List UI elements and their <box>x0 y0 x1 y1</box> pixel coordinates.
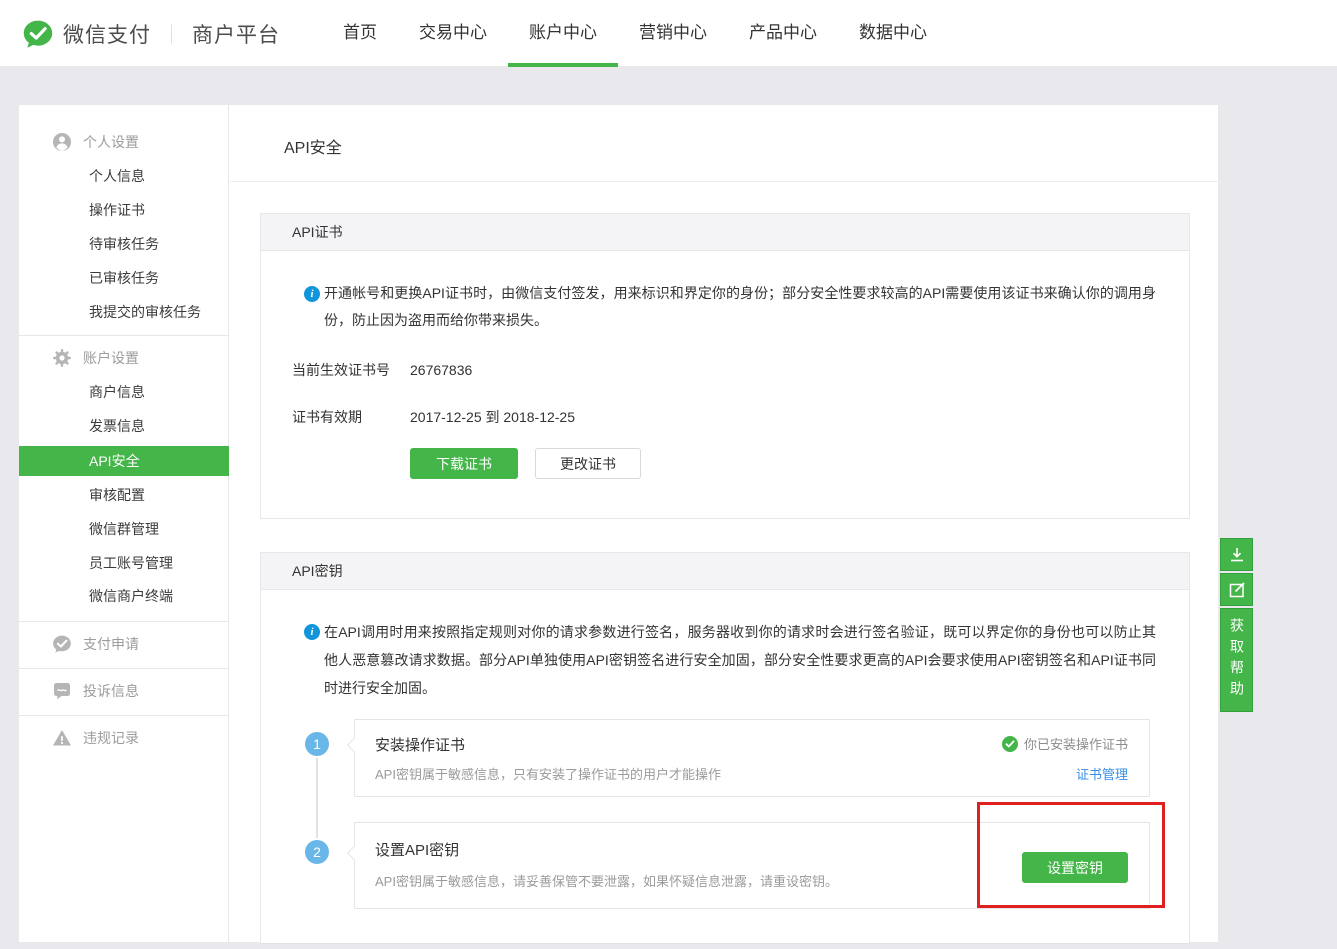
get-help-button[interactable]: 获取帮助 <box>1220 608 1253 712</box>
sidebar-divider <box>19 715 228 716</box>
step-2-description: API密钥属于敏感信息，请妥善保管不要泄露，如果怀疑信息泄露，请重设密钥。 <box>375 871 838 890</box>
sidebar-section-personal-settings[interactable]: 个人设置 <box>52 132 139 152</box>
warning-triangle-icon <box>52 728 72 748</box>
api-certificate-info-text: 开通帐号和更换API证书时，由微信支付签发，用来标识和界定你的身份；部分安全性要… <box>324 280 1156 334</box>
api-key-card: API密钥 i 在API调用时用来按照指定规则对你的请求参数进行签名，服务器收到… <box>260 552 1190 944</box>
step-box-notch <box>347 846 361 860</box>
title-divider <box>230 181 1220 182</box>
api-key-info-text: 在API调用时用来按照指定规则对你的请求参数进行签名，服务器收到你的请求时会进行… <box>324 618 1156 702</box>
sidebar-section-complaint-info[interactable]: 投诉信息 <box>52 681 139 701</box>
api-certificate-card: API证书 i 开通帐号和更换API证书时，由微信支付签发，用来标识和界定你的身… <box>260 213 1190 519</box>
sidebar-section-label: 投诉信息 <box>83 681 139 701</box>
logo[interactable]: 微信支付 ｜ 商户平台 <box>22 0 280 67</box>
set-api-key-button[interactable]: 设置密钥 <box>1022 852 1128 883</box>
cert-validity-label: 证书有效期 <box>292 407 362 427</box>
sidebar-item-pending-tasks[interactable]: 待审核任务 <box>89 234 159 254</box>
step-1-description: API密钥属于敏感信息，只有安装了操作证书的用户才能操作 <box>375 764 721 783</box>
info-icon: i <box>304 286 320 302</box>
content-area: API安全 API证书 i 开通帐号和更换API证书时，由微信支付签发，用来标识… <box>230 105 1220 942</box>
step-1-status: 你已安装操作证书 <box>1002 734 1128 753</box>
api-certificate-card-title: API证书 <box>292 224 343 240</box>
sidebar-item-submitted-tasks[interactable]: 我提交的审核任务 <box>89 302 201 322</box>
feedback-tool-button[interactable] <box>1220 573 1253 606</box>
api-key-card-title: API密钥 <box>292 563 343 579</box>
nav-product-center[interactable]: 产品中心 <box>728 0 838 67</box>
download-cert-button[interactable]: 下载证书 <box>410 448 518 479</box>
wechat-bubble-icon <box>52 634 72 654</box>
sidebar-item-staff-account[interactable]: 员工账号管理 <box>89 553 173 573</box>
top-nav: 首页 交易中心 账户中心 营销中心 产品中心 数据中心 <box>322 0 948 67</box>
sidebar-item-merchant-info[interactable]: 商户信息 <box>89 382 145 402</box>
sidebar-divider <box>19 335 228 336</box>
step-1-title: 安装操作证书 <box>375 734 465 755</box>
sidebar-section-account-settings[interactable]: 账户设置 <box>52 348 139 368</box>
logo-divider: ｜ <box>162 20 181 47</box>
sidebar-section-payment-application[interactable]: 支付申请 <box>52 634 139 654</box>
top-header: 微信支付 ｜ 商户平台 首页 交易中心 账户中心 营销中心 产品中心 数据中心 <box>0 0 1337 67</box>
sidebar: 个人设置 个人信息 操作证书 待审核任务 已审核任务 我提交的审核任务 <box>19 105 229 942</box>
cert-serial-label: 当前生效证书号 <box>292 360 390 380</box>
change-cert-button[interactable]: 更改证书 <box>535 448 641 479</box>
step-1-badge: 1 <box>305 732 329 756</box>
sidebar-item-review-config[interactable]: 审核配置 <box>89 485 145 505</box>
sidebar-item-operation-cert[interactable]: 操作证书 <box>89 200 145 220</box>
step-connector-line <box>316 758 318 838</box>
floating-help-toolbar: 获取帮助 <box>1220 538 1253 714</box>
product-name: 商户平台 <box>192 19 280 49</box>
api-key-card-header: API密钥 <box>261 553 1189 590</box>
nav-marketing-center[interactable]: 营销中心 <box>618 0 728 67</box>
sidebar-section-label: 违规记录 <box>83 728 139 748</box>
gear-icon <box>52 348 72 368</box>
step-2-set-api-key-box: 设置API密钥 API密钥属于敏感信息，请妥善保管不要泄露，如果怀疑信息泄露，请… <box>354 822 1150 909</box>
cert-validity-value: 2017-12-25 到 2018-12-25 <box>410 407 575 427</box>
step-1-install-cert-box: 安装操作证书 API密钥属于敏感信息，只有安装了操作证书的用户才能操作 你已安装… <box>354 719 1150 797</box>
cert-serial-value: 26767836 <box>410 360 472 380</box>
info-icon: i <box>304 624 320 640</box>
sidebar-item-api-security[interactable]: API安全 <box>19 446 229 476</box>
sidebar-divider <box>19 621 228 622</box>
check-circle-icon <box>1002 736 1018 752</box>
brand-name: 微信支付 <box>63 19 151 49</box>
step-2-title: 设置API密钥 <box>375 839 459 860</box>
sidebar-section-label: 账户设置 <box>83 348 139 368</box>
nav-trade-center[interactable]: 交易中心 <box>398 0 508 67</box>
sidebar-item-reviewed-tasks[interactable]: 已审核任务 <box>89 268 159 288</box>
nav-data-center[interactable]: 数据中心 <box>838 0 948 67</box>
step-box-notch <box>347 738 361 752</box>
download-icon <box>1228 546 1246 564</box>
nav-account-center[interactable]: 账户中心 <box>508 0 618 67</box>
step-2-badge: 2 <box>305 840 329 864</box>
sidebar-section-label: 个人设置 <box>83 132 139 152</box>
sidebar-item-merchant-terminal[interactable]: 微信商户终端 <box>89 586 173 606</box>
sidebar-item-personal-info[interactable]: 个人信息 <box>89 166 145 186</box>
sidebar-divider <box>19 668 228 669</box>
sidebar-item-wechat-group[interactable]: 微信群管理 <box>89 519 159 539</box>
download-tool-button[interactable] <box>1220 538 1253 571</box>
sidebar-item-invoice-info[interactable]: 发票信息 <box>89 416 145 436</box>
main-panel: 个人设置 个人信息 操作证书 待审核任务 已审核任务 我提交的审核任务 <box>18 104 1219 943</box>
edit-icon <box>1228 581 1246 599</box>
sidebar-section-violation-records[interactable]: 违规记录 <box>52 728 139 748</box>
nav-home[interactable]: 首页 <box>322 0 398 67</box>
step-1-status-text: 你已安装操作证书 <box>1024 734 1128 753</box>
wechat-pay-logo-icon <box>22 18 54 50</box>
api-certificate-card-header: API证书 <box>261 214 1189 251</box>
user-icon <box>52 132 72 152</box>
message-bubble-icon <box>52 681 72 701</box>
wechat-pay-merchant-platform: 微信支付 ｜ 商户平台 首页 交易中心 账户中心 营销中心 产品中心 数据中心 … <box>0 0 1337 949</box>
page-title: API安全 <box>284 134 342 158</box>
sidebar-section-label: 支付申请 <box>83 634 139 654</box>
cert-management-link[interactable]: 证书管理 <box>1076 764 1128 783</box>
